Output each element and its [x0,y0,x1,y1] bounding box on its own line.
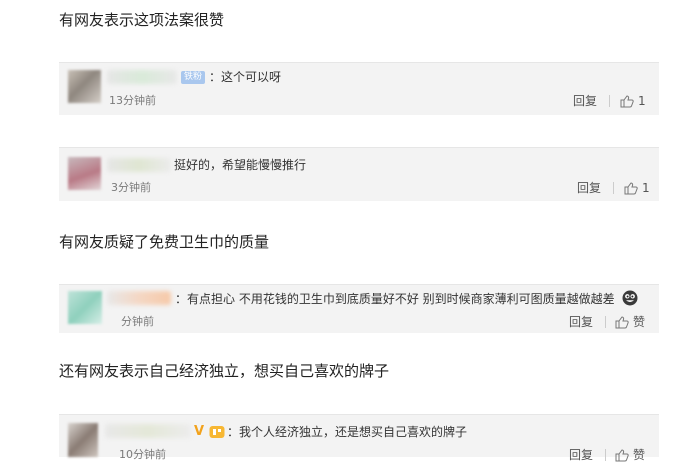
username-blurred[interactable] [107,158,171,172]
thumbs-up-icon [615,448,629,461]
reply-button[interactable]: 回复 [569,447,593,463]
thumbs-up-icon [615,315,629,328]
avatar[interactable] [68,423,98,457]
section-heading-1: 有网友表示这项法案很赞 [59,11,225,29]
like-label: 赞 [633,315,646,329]
like-button[interactable]: 赞 [615,314,645,330]
v-badge-icon: V [194,424,205,439]
avatar[interactable] [68,70,101,103]
grinning-face-icon [622,290,638,306]
comment-time: 分钟前 [121,315,154,328]
like-count: 1 [638,94,646,108]
comment-text: ：有点担心 不用花钱的卫生巾到底质量好不好 别到时候商家薄利可图质量越做越差 [175,292,615,306]
section-heading-2: 有网友质疑了免费卫生巾的质量 [59,233,270,251]
like-button[interactable]: 1 [624,180,650,196]
reply-button[interactable]: 回复 [577,180,601,196]
avatar[interactable] [68,291,102,324]
section-heading-3: 还有网友表示自己经济独立，想买自己喜欢的牌子 [59,362,390,380]
comment-time: 13分钟前 [109,94,156,107]
divider [609,95,610,107]
comment-card: 铁粉 ：这个可以呀 13分钟前 回复 1 [59,62,659,115]
thumbs-up-icon [624,181,638,194]
like-button[interactable]: 赞 [615,447,645,463]
thumbs-up-icon [620,94,634,107]
comment-time: 3分钟前 [111,181,151,194]
comment-text: ：我个人经济独立，还是想买自己喜欢的牌子 [227,425,468,439]
reply-button[interactable]: 回复 [569,314,593,330]
like-count: 1 [642,181,650,195]
username-blurred[interactable] [107,70,177,84]
comment-card: V ：我个人经济独立，还是想买自己喜欢的牌子 10分钟前 回复 赞 [59,414,659,462]
fan-badge: 铁粉 [181,71,206,84]
divider [605,449,606,461]
username-blurred[interactable] [105,424,191,438]
comment-text: ：这个可以呀 [209,70,282,84]
avatar[interactable] [68,157,101,190]
like-label: 赞 [633,448,646,462]
like-button[interactable]: 1 [620,93,646,109]
reply-button[interactable]: 回复 [573,93,597,109]
comment-text: 挺好的，希望能慢慢推行 [174,158,307,172]
comment-time: 10分钟前 [119,448,166,461]
divider [605,316,606,328]
divider [613,182,614,194]
comment-card: ：有点担心 不用花钱的卫生巾到底质量好不好 别到时候商家薄利可图质量越做越差 分… [59,284,659,333]
comment-card: 挺好的，希望能慢慢推行 3分钟前 回复 1 [59,147,659,201]
username-blurred[interactable] [107,291,171,305]
fan-badge-icon [209,426,225,438]
